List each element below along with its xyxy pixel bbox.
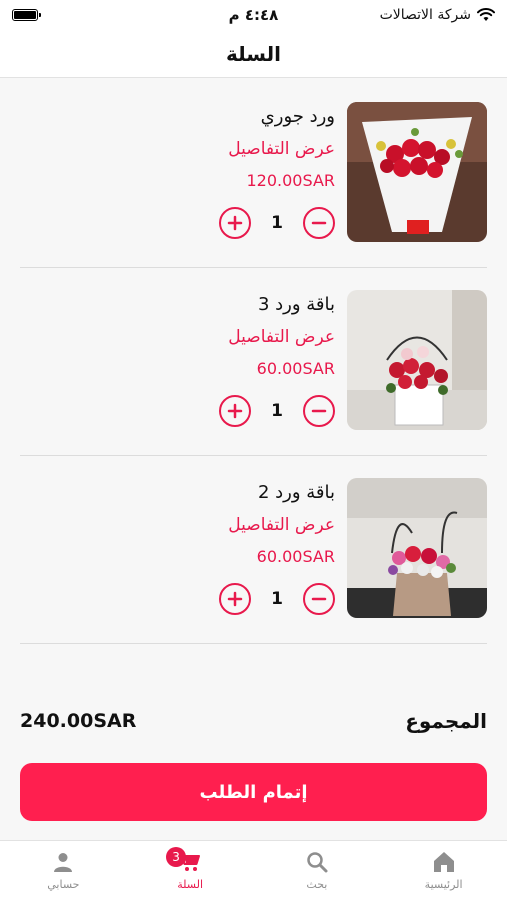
total-value: 240.00SAR xyxy=(20,710,137,732)
increase-button[interactable] xyxy=(219,395,251,427)
quantity-stepper: 1 xyxy=(219,583,335,615)
product-image[interactable] xyxy=(347,102,487,242)
tab-account[interactable]: حسابي xyxy=(0,841,127,900)
decrease-button[interactable] xyxy=(303,583,335,615)
item-info: باقة ورد 3 عرض التفاصيل 60.00SAR xyxy=(75,290,335,384)
checkout-button[interactable]: إتمام الطلب xyxy=(20,763,487,821)
plus-icon xyxy=(227,591,243,607)
status-right: شركة الاتصالات xyxy=(380,7,495,23)
view-details-link[interactable]: عرض التفاصيل xyxy=(75,132,335,166)
minus-icon xyxy=(311,597,327,601)
product-image[interactable] xyxy=(347,290,487,430)
tab-label: السلة xyxy=(177,878,203,891)
battery-icon xyxy=(12,9,41,21)
cart-item: باقة ورد 3 عرض التفاصيل 60.00SAR 1 xyxy=(20,268,487,456)
carrier-name: شركة الاتصالات xyxy=(379,7,471,23)
quantity-stepper: 1 xyxy=(219,395,335,427)
item-info: باقة ورد 2 عرض التفاصيل 60.00SAR xyxy=(75,478,335,572)
total-label: المجموع xyxy=(405,709,487,733)
quantity-value: 1 xyxy=(271,589,283,609)
increase-button[interactable] xyxy=(219,583,251,615)
item-price: 60.00SAR xyxy=(256,359,335,378)
cart-list: ورد جوري عرض التفاصيل 120.00SAR 1 باقة و… xyxy=(20,80,487,644)
wifi-icon xyxy=(477,8,495,21)
tab-cart[interactable]: 3 السلة xyxy=(127,841,254,900)
status-time: ٤:٤٨ م xyxy=(228,6,279,24)
quantity-stepper: 1 xyxy=(219,207,335,239)
tab-bar: حسابي 3 السلة بحث الرئيسية xyxy=(0,840,507,900)
item-price: 60.00SAR xyxy=(256,547,335,566)
plus-icon xyxy=(227,215,243,231)
tab-label: الرئيسية xyxy=(424,878,463,891)
decrease-button[interactable] xyxy=(303,395,335,427)
item-name: باقة ورد 2 xyxy=(257,482,335,503)
home-icon xyxy=(433,852,454,872)
cart-item: ورد جوري عرض التفاصيل 120.00SAR 1 xyxy=(20,80,487,268)
cart-item: باقة ورد 2 عرض التفاصيل 60.00SAR 1 xyxy=(20,456,487,644)
quantity-value: 1 xyxy=(271,401,283,421)
tab-home[interactable]: الرئيسية xyxy=(380,841,507,900)
tab-label: بحث xyxy=(306,878,328,891)
view-details-link[interactable]: عرض التفاصيل xyxy=(75,320,335,354)
item-name: باقة ورد 3 xyxy=(257,294,335,315)
search-icon xyxy=(307,852,328,873)
page-title: السلة xyxy=(225,41,281,66)
plus-icon xyxy=(227,403,243,419)
product-image[interactable] xyxy=(347,478,487,618)
item-price: 120.00SAR xyxy=(246,171,336,190)
nav-bar: السلة xyxy=(0,30,507,78)
status-bar: ٤:٤٨ م شركة الاتصالات xyxy=(0,0,507,30)
item-info: ورد جوري عرض التفاصيل 120.00SAR xyxy=(75,102,335,196)
total-row: 240.00SAR المجموع xyxy=(20,705,487,737)
cart-badge: 3 xyxy=(166,847,187,867)
minus-icon xyxy=(311,409,327,413)
person-icon xyxy=(54,853,73,872)
quantity-value: 1 xyxy=(271,213,283,233)
view-details-link[interactable]: عرض التفاصيل xyxy=(75,508,335,542)
decrease-button[interactable] xyxy=(303,207,335,239)
tab-search[interactable]: بحث xyxy=(254,841,381,900)
item-name: ورد جوري xyxy=(260,106,335,127)
minus-icon xyxy=(311,221,327,225)
tab-label: حسابي xyxy=(47,878,80,891)
increase-button[interactable] xyxy=(219,207,251,239)
